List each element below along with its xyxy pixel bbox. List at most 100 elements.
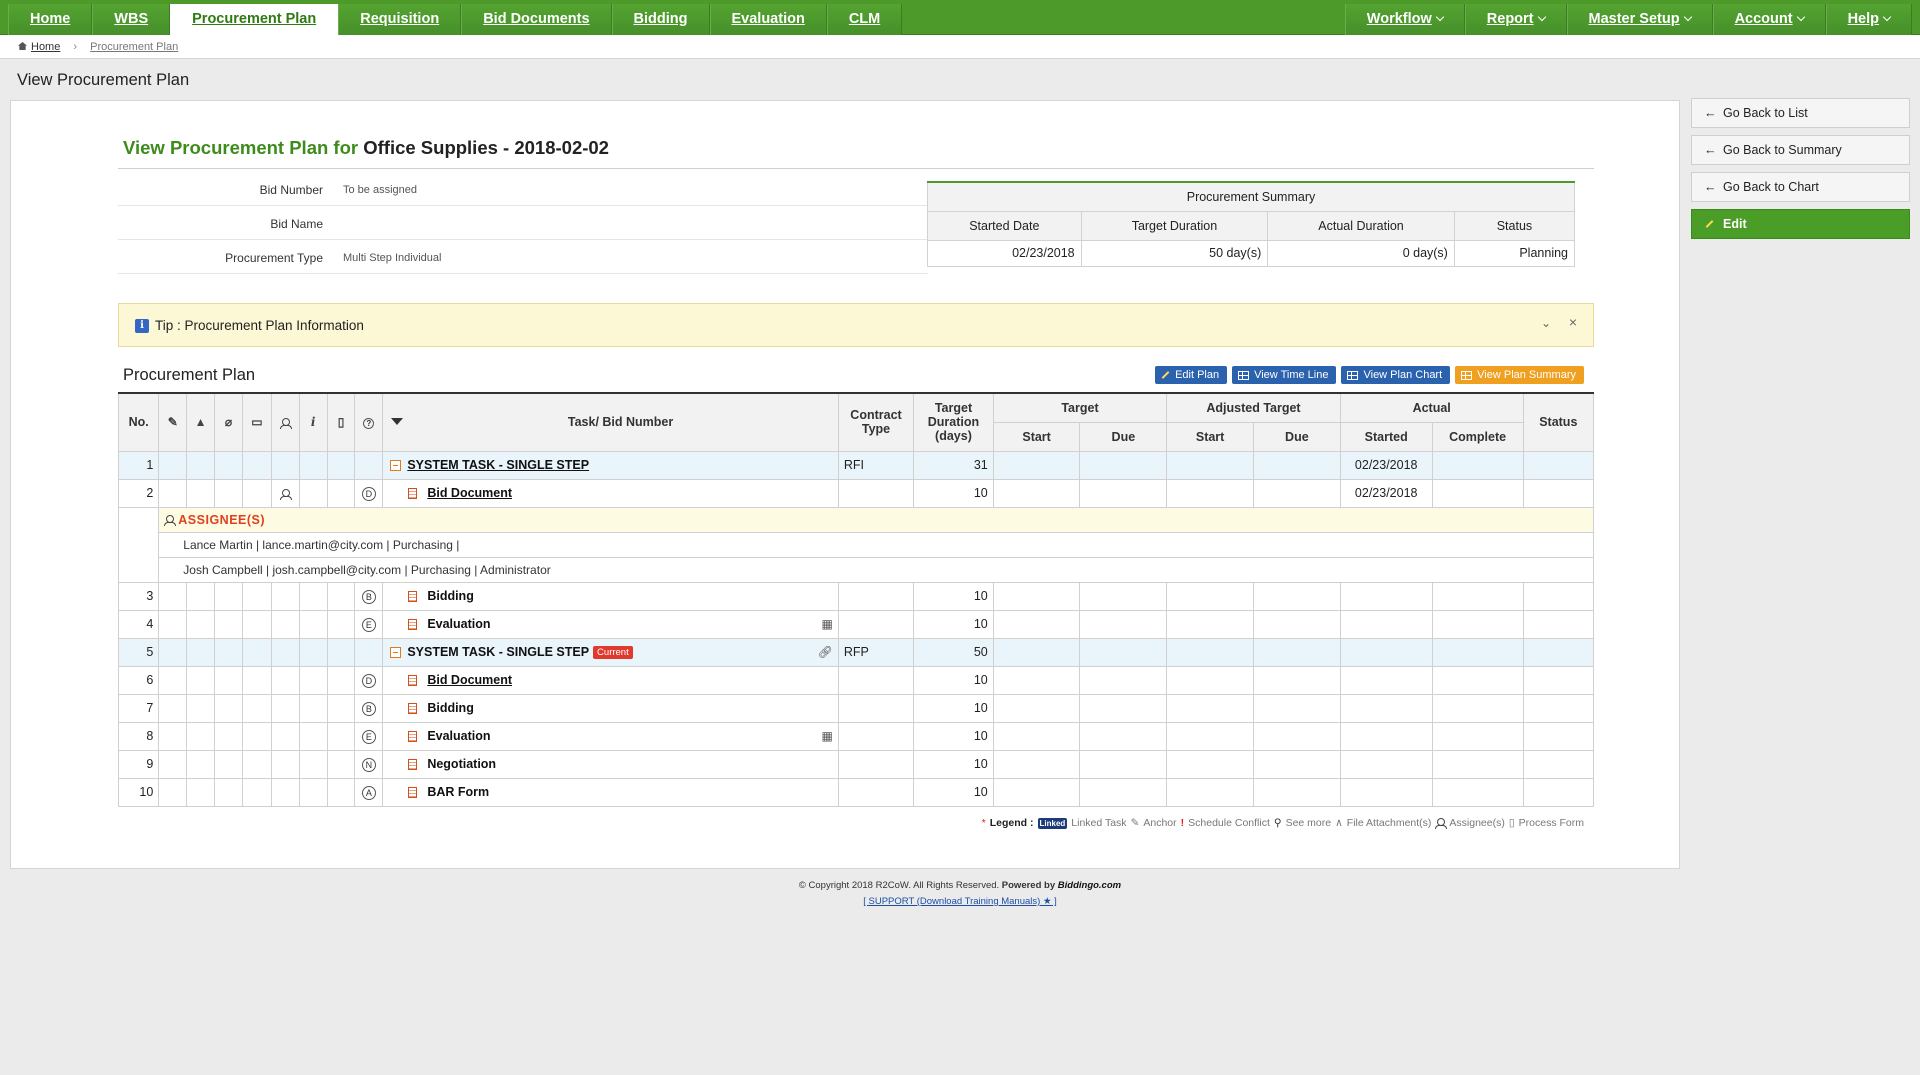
arrow-left-icon: ← [1704,106,1717,120]
breadcrumb-current[interactable]: Procurement Plan [90,41,178,53]
view-plan-summary-button[interactable]: View Plan Summary [1455,366,1584,384]
nav-clm[interactable]: CLM [826,4,903,35]
task-name[interactable]: BAR Form [427,785,489,799]
view-time-line-label: View Time Line [1254,369,1329,381]
task-link[interactable]: Bid Document [427,486,512,500]
contract-type [837,665,915,695]
go-back-to-chart-button[interactable]: ← Go Back to Chart [1691,172,1910,202]
nav-bid-documents[interactable]: Bid Documents [461,4,612,35]
collapse-icon[interactable] [390,460,402,472]
contract-type [837,749,915,779]
support-link[interactable]: [ SUPPORT (Download Training Manuals) ★ … [0,896,1920,907]
legend-assignee: Assignee(s) [1449,817,1505,829]
nav-evaluation[interactable]: Evaluation [709,4,827,35]
paperclip-icon: ∧ [1335,817,1343,829]
copyright: © Copyright 2018 R2CoW. All Rights Reser… [798,880,1000,891]
edit-button[interactable]: Edit [1691,209,1910,239]
biddingo-logo: Biddingo.com [1057,880,1122,891]
nav-help[interactable]: Help [1825,4,1912,35]
assignee-icon[interactable] [270,478,300,508]
procurement-plan-table: No. ✎ ▲ ⌀ ▭ i ▯ ? Task/ Bid Number Contr… [117,392,1595,807]
col-actual-started: Started [1339,421,1433,452]
secondary-nav: Workflow Report Master Setup Account Hel… [1344,4,1912,35]
contract-type [837,581,915,611]
task-name[interactable]: Bidding [427,701,474,715]
edit-icon: ✎ [158,392,188,452]
bid-number-label: Bid Number [259,183,323,197]
target-duration: 10 [913,693,994,723]
table-row: 4 E Evaluation ▦ 10 [117,609,1595,639]
col-actual: Actual [1339,392,1524,423]
nav-bidding[interactable]: Bidding [611,4,710,35]
sort-down-icon[interactable] [391,418,404,426]
go-back-to-summary-button[interactable]: ← Go Back to Summary [1691,135,1910,165]
nav-workflow[interactable]: Workflow [1344,4,1465,35]
table-row: 8 E Evaluation ▦ 10 [117,721,1595,751]
nav-help-label: Help [1847,11,1879,27]
contract-type: RFP [837,637,915,667]
nav-home[interactable]: Home [8,4,93,35]
view-plan-chart-button[interactable]: View Plan Chart [1341,366,1451,384]
comment-icon: ▭ [241,392,272,452]
task-cell: Evaluation ▦ [382,609,839,639]
summary-header-target-duration: Target Duration [1080,210,1269,241]
procurement-type-row: Procurement Type Multi Step Individual [118,240,928,274]
go-back-to-list-label: Go Back to List [1723,106,1808,120]
target-duration: 10 [913,777,994,807]
close-icon[interactable]: × [1569,314,1577,330]
process-form-icon[interactable]: ▦ [821,729,832,743]
task-name[interactable]: Negotiation [427,757,496,771]
assignee-info: Josh Campbell | josh.campbell@city.com |… [158,556,1594,583]
table-row: 2 D Bid Document 10 02/23/2018 [117,478,1595,508]
nav-account[interactable]: Account [1712,4,1826,35]
nav-wbs[interactable]: WBS [92,4,171,35]
target-duration: 10 [913,609,994,639]
collapse-icon[interactable] [390,647,402,659]
view-plan-chart-label: View Plan Chart [1363,369,1443,381]
task-cell: SYSTEM TASK - SINGLE STEP [382,450,839,480]
contract-type [837,777,915,807]
task-link[interactable]: SYSTEM TASK - SINGLE STEP [407,458,589,472]
pencil-icon [1161,371,1170,379]
go-back-to-chart-label: Go Back to Chart [1723,180,1819,194]
contract-type: RFI [837,450,915,480]
legend-anchor: Anchor [1143,817,1177,829]
task-cell: Bid Document [382,478,839,508]
nav-report[interactable]: Report [1464,4,1567,35]
row-no: 6 [117,665,160,695]
edit-label: Edit [1723,217,1747,231]
nav-requisition[interactable]: Requisition [338,4,462,35]
task-name: SYSTEM TASK - SINGLE STEP [407,644,590,659]
contract-type [837,693,915,723]
clipboard-icon: ▯ [326,392,356,452]
go-back-to-list-button[interactable]: ← Go Back to List [1691,98,1910,128]
task-name[interactable]: Evaluation [427,617,490,631]
task-name[interactable]: Bidding [427,589,474,603]
col-no: No. [117,392,160,452]
legend-see-more: See more [1285,817,1332,829]
view-time-line-button[interactable]: View Time Line [1232,366,1337,384]
contract-type [837,721,915,751]
task-name[interactable]: Evaluation [427,729,490,743]
task-cell: Bidding [382,693,839,723]
summary-target-duration: 50 day(s) [1080,239,1269,267]
edit-plan-button[interactable]: Edit Plan [1155,366,1228,384]
assignee-row: Lance Martin | lance.martin@city.com | P… [117,531,1594,558]
view-plan-summary-label: View Plan Summary [1477,369,1576,381]
chevron-down-icon [1683,12,1692,22]
page-title: View Procurement Plan [17,71,190,89]
chevron-down-icon[interactable]: ⌄ [1541,316,1551,330]
assignee-icon [1435,818,1448,829]
legend-conflict: Schedule Conflict [1188,817,1270,829]
nav-master-setup[interactable]: Master Setup [1566,4,1713,35]
nav-procurement-plan[interactable]: Procurement Plan [170,4,339,35]
task-link[interactable]: Bid Document [427,673,512,687]
process-form-icon[interactable]: ▦ [821,617,832,631]
bid-name-row: Bid Name [118,206,928,240]
document-icon [408,675,418,687]
link-icon[interactable]: 🔗︎ [818,645,833,659]
phase-letter-icon: D [361,486,376,501]
table-row: 9 N Negotiation 10 [117,749,1595,779]
breadcrumb-home[interactable]: Home [31,41,60,53]
edit-plan-label: Edit Plan [1175,369,1220,381]
